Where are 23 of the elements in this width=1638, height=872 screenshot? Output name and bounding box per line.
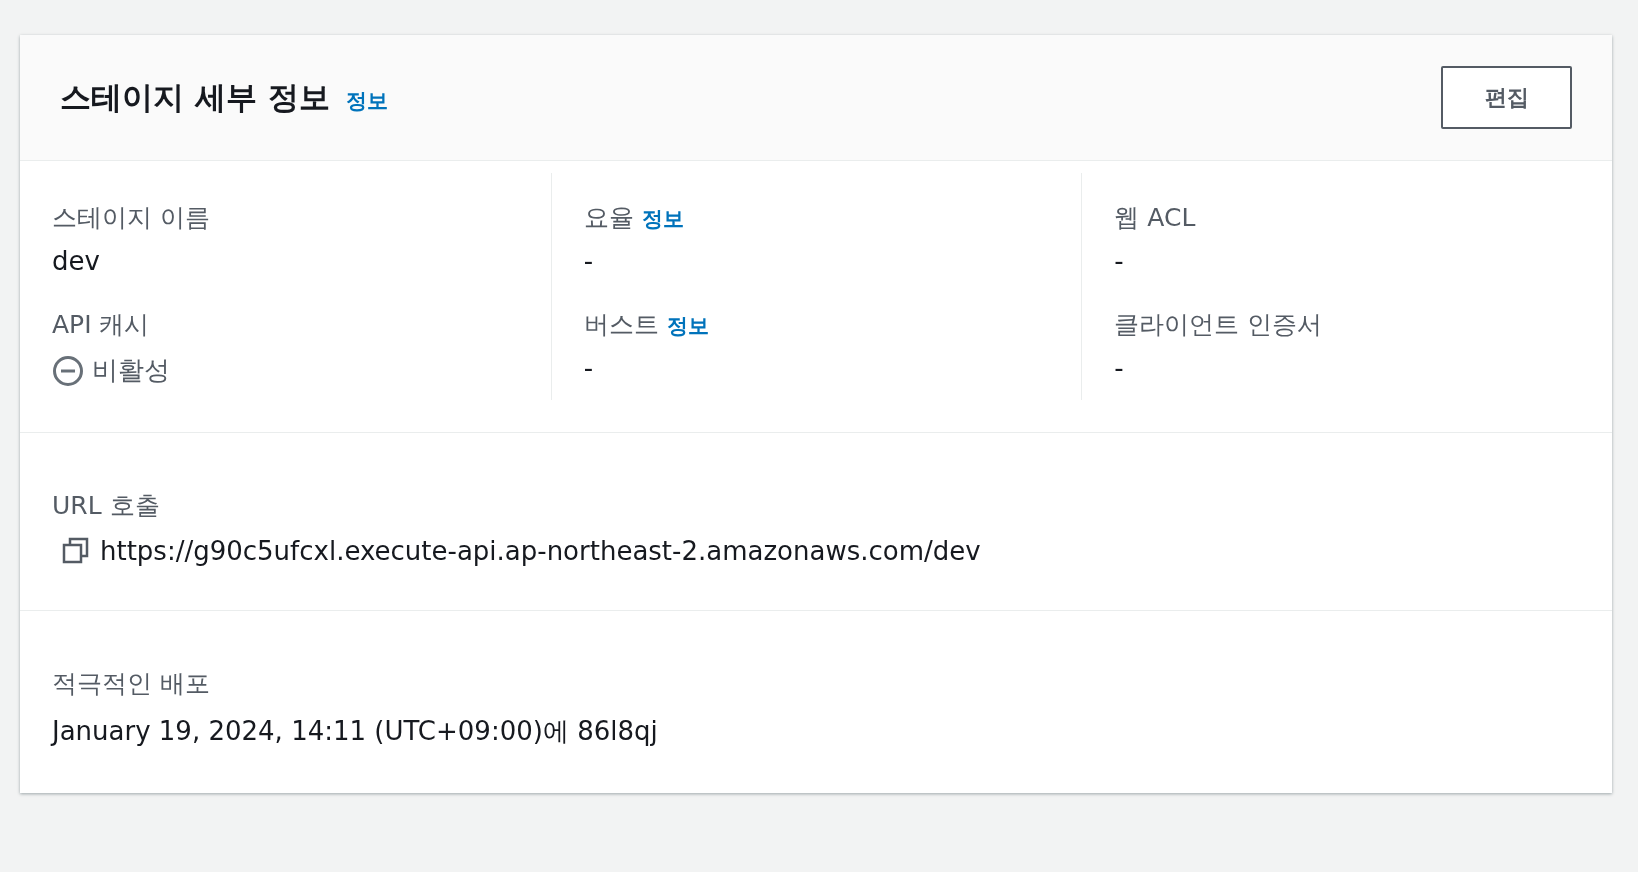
field-value: - — [583, 246, 595, 276]
field-label: API 캐시 — [52, 309, 150, 341]
field-label: 클라이언트 인증서 — [1114, 309, 1323, 341]
field-label: 스테이지 이름 — [52, 202, 210, 234]
card-title: 스테이지 세부 정보 — [60, 77, 330, 117]
field-value: - — [1114, 353, 1125, 383]
field-value: dev — [52, 246, 101, 276]
info-link[interactable]: 정보 — [345, 86, 388, 115]
field-value: January 19, 2024, 14:11 (UTC+09:00)에 86l8qj — [52, 715, 659, 748]
field-label: 적극적인 배포 — [52, 668, 211, 700]
inactive-status-icon — [52, 354, 84, 387]
info-link[interactable]: 정보 — [641, 205, 684, 233]
copy-icon[interactable] — [62, 537, 90, 565]
edit-button[interactable]: 편집 — [1441, 66, 1572, 129]
status-text: 비활성 — [92, 354, 170, 387]
field-label: 요율 — [583, 202, 634, 234]
info-link[interactable]: 정보 — [666, 312, 709, 340]
field-value: - — [583, 353, 595, 383]
field-label: 버스트 — [583, 309, 659, 341]
field-label: 웹 ACL — [1114, 202, 1196, 234]
invoke-url: https://g90c5ufcxl.execute-api.ap-northeast-2.amazonaws.com/dev — [100, 536, 981, 566]
field-value: - — [1114, 246, 1125, 276]
field-label: URL 호출 — [52, 490, 161, 522]
